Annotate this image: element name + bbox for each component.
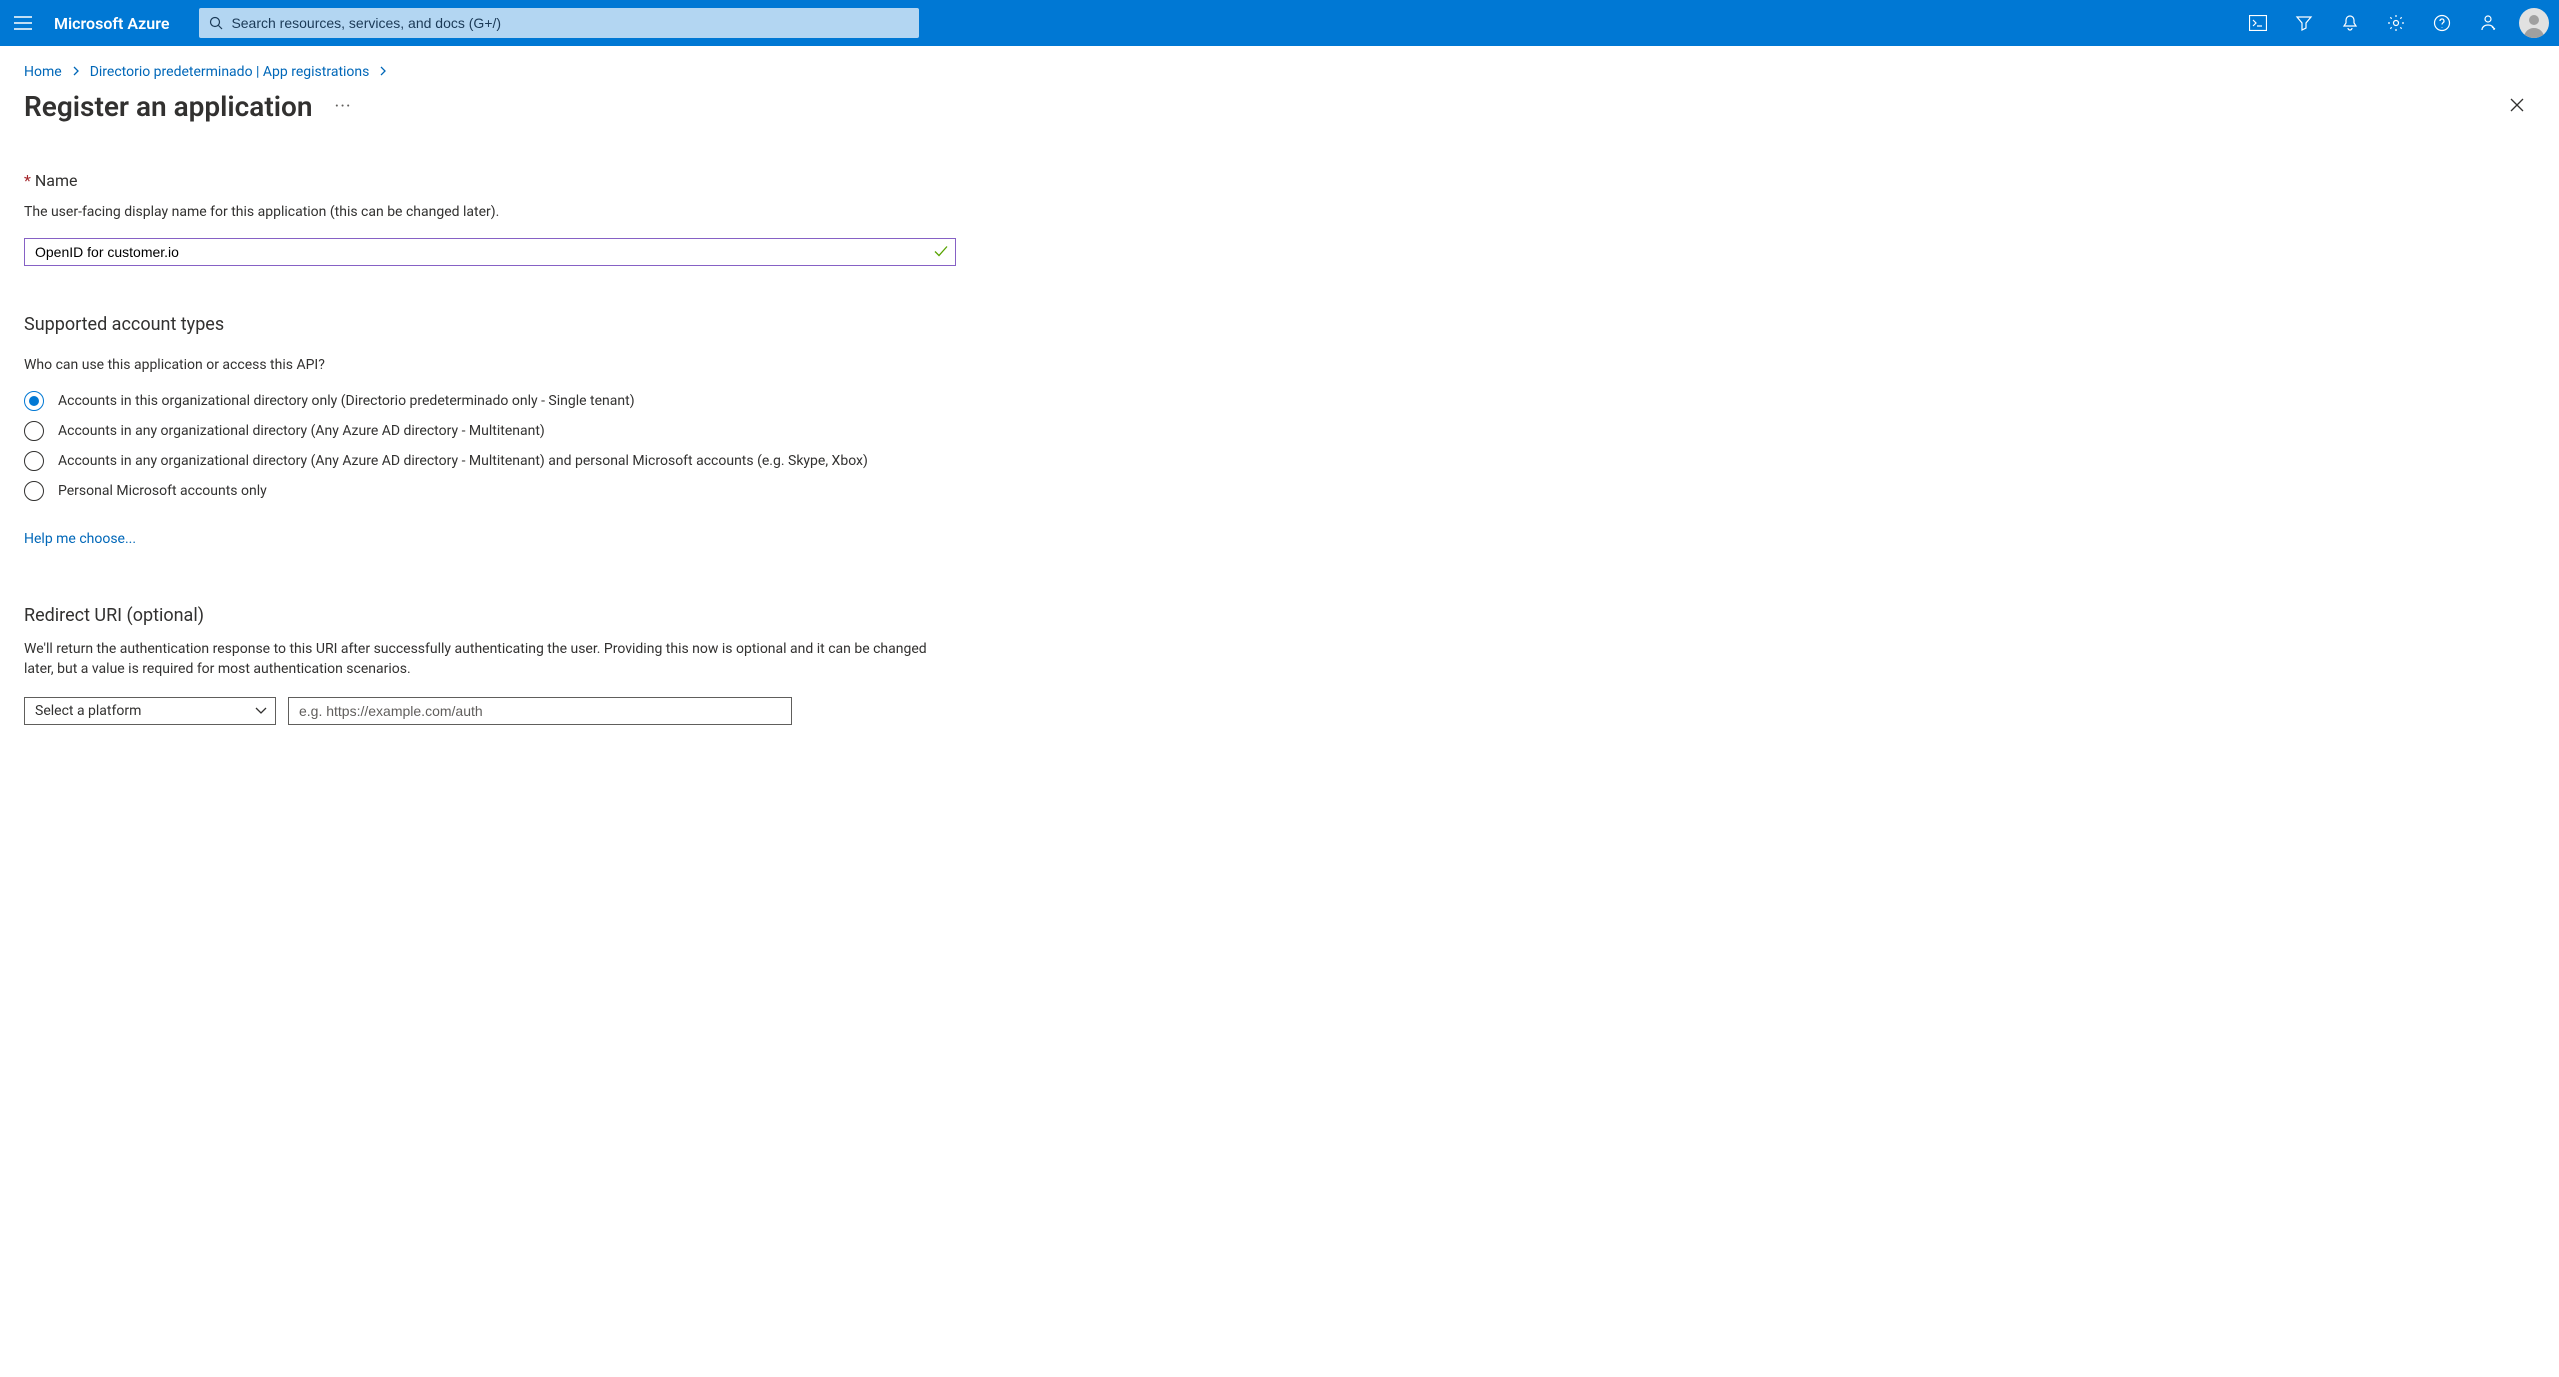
avatar-icon — [2519, 8, 2549, 38]
notifications-button[interactable] — [2327, 0, 2373, 46]
brand-label[interactable]: Microsoft Azure — [46, 14, 189, 33]
radio-label: Accounts in any organizational directory… — [58, 453, 868, 469]
account-type-option-multitenant[interactable]: Accounts in any organizational directory… — [24, 421, 956, 441]
chevron-down-icon — [255, 707, 267, 715]
radio-icon — [24, 451, 44, 471]
redirect-uri-input[interactable] — [288, 697, 792, 725]
help-icon — [2433, 14, 2451, 32]
cloud-shell-icon — [2249, 15, 2267, 31]
platform-select-label: Select a platform — [35, 703, 141, 719]
name-label: Name — [35, 171, 78, 190]
page-title: Register an application — [24, 90, 313, 123]
breadcrumb-home[interactable]: Home — [24, 64, 62, 80]
radio-icon — [24, 391, 44, 411]
title-row: Register an application ··· — [0, 86, 2559, 143]
form-area: *Name The user-facing display name for t… — [0, 143, 980, 725]
directory-filter-button[interactable] — [2281, 0, 2327, 46]
breadcrumb: Home Directorio predeterminado | App reg… — [0, 46, 2559, 86]
account-type-option-personal[interactable]: Personal Microsoft accounts only — [24, 481, 956, 501]
radio-label: Accounts in any organizational directory… — [58, 423, 545, 439]
radio-label: Personal Microsoft accounts only — [58, 483, 267, 499]
redirect-description: We'll return the authentication response… — [24, 640, 954, 679]
feedback-icon — [2479, 14, 2497, 32]
filter-icon — [2295, 14, 2313, 32]
search-icon — [209, 16, 223, 30]
breadcrumb-app-registrations[interactable]: Directorio predeterminado | App registra… — [90, 64, 370, 80]
feedback-button[interactable] — [2465, 0, 2511, 46]
help-button[interactable] — [2419, 0, 2465, 46]
chevron-right-icon — [72, 64, 80, 80]
more-actions-button[interactable]: ··· — [335, 96, 352, 117]
global-search-input[interactable] — [223, 15, 909, 31]
platform-select[interactable]: Select a platform — [24, 697, 276, 725]
radio-icon — [24, 481, 44, 501]
global-search[interactable] — [199, 8, 919, 38]
radio-label: Accounts in this organizational director… — [58, 393, 635, 409]
settings-button[interactable] — [2373, 0, 2419, 46]
menu-toggle[interactable] — [0, 0, 46, 46]
check-icon — [934, 243, 948, 262]
gear-icon — [2387, 14, 2405, 32]
radio-icon — [24, 421, 44, 441]
help-me-choose-link[interactable]: Help me choose... — [24, 531, 136, 547]
required-star: * — [24, 171, 31, 190]
hamburger-icon — [14, 16, 32, 30]
chevron-right-icon — [379, 64, 387, 80]
redirect-heading: Redirect URI (optional) — [24, 605, 956, 626]
name-description: The user-facing display name for this ap… — [24, 204, 956, 220]
close-icon — [2509, 97, 2525, 113]
close-button[interactable] — [2503, 91, 2531, 123]
account-types-question: Who can use this application or access t… — [24, 357, 956, 373]
account-type-option-multitenant-personal[interactable]: Accounts in any organizational directory… — [24, 451, 956, 471]
cloud-shell-button[interactable] — [2235, 0, 2281, 46]
account-menu[interactable] — [2511, 0, 2557, 46]
name-label-row: *Name — [24, 171, 956, 190]
account-type-option-single-tenant[interactable]: Accounts in this organizational director… — [24, 391, 956, 411]
account-types-heading: Supported account types — [24, 314, 956, 335]
redirect-row: Select a platform — [24, 697, 956, 725]
name-input[interactable] — [24, 238, 956, 266]
top-icons — [2235, 0, 2511, 46]
bell-icon — [2341, 14, 2359, 32]
topbar: Microsoft Azure — [0, 0, 2559, 46]
